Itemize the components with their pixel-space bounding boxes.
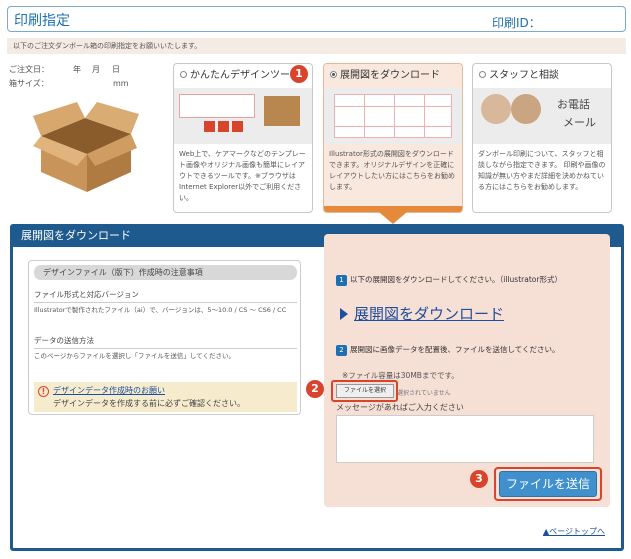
upload-box: 1 以下の展開図をダウンロードしてください。（illustrator形式） 展開図… [324, 234, 610, 507]
design-notes-box: デザインファイル（版下）作成時の注意事項 ファイル形式と対応バージョン Illu… [28, 260, 301, 415]
step-2-number: 2 [336, 344, 347, 356]
selected-arrow [379, 212, 407, 224]
callout-frame-file-button [331, 380, 398, 402]
box-size-unit: mm [113, 79, 129, 88]
option-label-staff: スタッフと相談 [489, 70, 559, 81]
message-label: メッセージがあればご入力ください [336, 403, 464, 412]
step-1-text: 以下の展開図をダウンロードしてください。（illustrator形式） [350, 275, 562, 284]
step-1: 1 以下の展開図をダウンロードしてください。（illustrator形式） [336, 274, 562, 286]
send-file-button[interactable]: ファイルを送信 [499, 471, 597, 497]
page-header: 印刷指定 印刷ID： [7, 6, 626, 32]
staff-phone-text: お電話 [557, 98, 590, 111]
play-arrow-icon [340, 307, 348, 320]
notice-bar: 以下のご注文ダンボール箱の印刷指定をお願いいたします。 [7, 38, 626, 54]
option-label-design-tool: かんたんデザインツール [190, 70, 300, 81]
option-card-design-tool[interactable]: かんたんデザインツール Web上で、ケアマークなどのテンプレート画像やオリジナル… [173, 63, 313, 213]
radio-design-tool[interactable] [180, 70, 187, 78]
order-month: 月 [92, 65, 100, 74]
option-desc-staff: ダンボール印刷について、スタッフと相談しながら指定できます。 印刷や画像の知識が… [478, 150, 606, 191]
staff-mail-text: メール [563, 116, 596, 129]
download-dieline-link[interactable]: 展開図をダウンロード [340, 303, 504, 324]
option-desc-design-tool: Web上で、ケアマークなどのテンプレート画像やオリジナル画像も簡単にレイアウトで… [179, 150, 306, 202]
radio-staff[interactable] [479, 70, 486, 78]
file-format-heading: ファイル形式と対応バージョン [34, 289, 297, 303]
design-data-request-link[interactable]: デザインデータ作成時のお願い [53, 385, 165, 396]
file-format-text: Illustratorで製作されたファイル（ai）で、バージョンは、5～10.0… [34, 306, 287, 314]
callout-badge-1: 1 [290, 65, 308, 83]
callout-badge-3: 3 [470, 470, 488, 488]
no-file-selected-text: 選択されていません [397, 390, 451, 397]
order-year: 年 [73, 65, 81, 74]
design-tool-preview-image [174, 88, 312, 144]
callout-badge-2: 2 [306, 380, 324, 398]
page-top-link[interactable]: ▲ページトップへ [543, 526, 605, 537]
send-method-text: このページからファイルを選択し「ファイルを送信」してください。 [34, 352, 235, 360]
design-data-notice-text: デザインデータを作成する前に必ずご確認ください。 [53, 399, 245, 408]
staff-preview-image: お電話 メール [473, 88, 611, 144]
option-label-download: 展開図をダウンロード [340, 70, 440, 81]
step-1-number: 1 [336, 274, 347, 286]
option-desc-download: Illustrator形式の展開図をダウンロードできます。オリジナルデザインを正… [329, 150, 455, 191]
order-day: 日 [112, 65, 120, 74]
design-notes-heading: デザインファイル（版下）作成時の注意事項 [34, 265, 297, 280]
design-data-notice: ! デザインデータ作成時のお願い デザインデータを作成する前に必ずご確認ください… [34, 382, 297, 412]
message-textarea[interactable] [336, 415, 594, 463]
option-card-staff[interactable]: スタッフと相談 お電話 メール ダンボール印刷について、スタッフと相談しながら指… [472, 63, 612, 213]
warning-icon: ! [38, 386, 49, 397]
cardboard-box-image [33, 102, 139, 192]
download-link-text[interactable]: 展開図をダウンロード [354, 305, 504, 323]
box-size-label: 箱サイズ： [9, 79, 49, 88]
order-info: ご注文日： 年 月 日 箱サイズ： mm [9, 63, 169, 91]
print-id-label: 印刷ID： [492, 16, 541, 30]
option-card-download[interactable]: 展開図をダウンロード Illustrator形式の展開図をダウンロードできます。… [323, 63, 463, 213]
send-method-heading: データの送信方法 [34, 335, 297, 349]
order-date-label: ご注文日： [9, 65, 49, 74]
dieline-preview-image [324, 88, 462, 144]
page-title: 印刷指定 [14, 13, 70, 29]
radio-download[interactable] [330, 70, 337, 78]
step-2: 2 展開図に画像データを配置後、ファイルを送信してください。 [336, 344, 560, 356]
step-2-text: 展開図に画像データを配置後、ファイルを送信してください。 [350, 345, 560, 354]
